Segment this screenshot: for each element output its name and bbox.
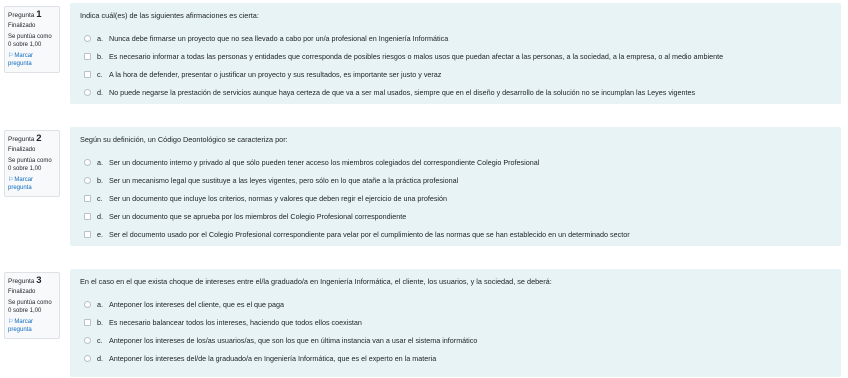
answer-letter: d. (97, 353, 103, 363)
answer-option-e[interactable]: e. Ser el documento usado por el Colegio … (80, 225, 831, 243)
question-text: Indica cuál(es) de las siguientes afirma… (80, 11, 259, 20)
question-info: Pregunta 1 Finalizado Se puntúa como 0 s… (4, 6, 60, 73)
question-text: Según su definición, un Código Deontológ… (80, 135, 288, 144)
answer-letter: e. (97, 229, 103, 239)
answer-text: Nunca debe firmarse un proyecto que no s… (109, 33, 449, 43)
question-state: Finalizado (8, 289, 36, 295)
question-info: Pregunta 2 Finalizado Se puntúa como 0 s… (4, 130, 60, 197)
answer-letter: a. (97, 299, 103, 309)
checkbox[interactable] (84, 52, 91, 60)
answer-text: Anteponer los intereses del cliente, que… (109, 299, 285, 309)
answer-letter: b. (97, 175, 103, 185)
question-number: Pregunta 2 (8, 133, 56, 144)
answer-text: Anteponer los intereses de los/as usuari… (109, 335, 478, 345)
flag-question-link[interactable]: ⚐Marcar pregunta (8, 318, 56, 334)
answer-option-a[interactable]: a. Nunca debe firmarse un proyecto que no… (80, 29, 831, 47)
answer-letter: c. (97, 193, 103, 203)
flag-icon: ⚐ (8, 53, 14, 59)
question-number-value: 3 (36, 275, 42, 286)
answer-text: Es necesario informar a todas las person… (109, 51, 724, 61)
radio-button[interactable] (84, 158, 91, 166)
answer-option-b[interactable]: b. Ser un mecanismo legal que sustituye a… (80, 171, 831, 189)
answer-option-d[interactable]: d. No puede negarse la prestación de serv… (80, 83, 831, 101)
radio-button[interactable] (84, 354, 91, 362)
question-grade: Se puntúa como 0 sobre 1,00 (8, 34, 52, 48)
question-text: En el caso en el que exista choque de in… (80, 277, 552, 286)
flag-question-link[interactable]: ⚐Marcar pregunta (8, 52, 56, 68)
checkbox[interactable] (84, 70, 91, 78)
answer-letter: c. (97, 335, 103, 345)
radio-button[interactable] (84, 336, 91, 344)
checkbox[interactable] (84, 318, 91, 326)
radio-button[interactable] (84, 300, 91, 308)
question-grade: Se puntúa como 0 sobre 1,00 (8, 300, 52, 314)
answer-option-c[interactable]: c. Ser un documento que incluye los crite… (80, 189, 831, 207)
question-number-value: 2 (36, 133, 42, 144)
question-content: En el caso en el que exista choque de in… (70, 269, 841, 377)
answer-text: Es necesario balancear todos los interes… (109, 317, 362, 327)
answer-text: A la hora de defender, presentar o justi… (109, 69, 442, 79)
flag-icon: ⚐ (8, 177, 14, 183)
answer-option-d[interactable]: d. Anteponer los intereses del/de la grad… (80, 349, 831, 367)
answer-letter: b. (97, 317, 103, 327)
question-state: Finalizado (8, 147, 36, 153)
question-label: Pregunta (8, 12, 37, 19)
question-number: Pregunta 1 (8, 9, 56, 20)
answer-text: Ser el documento usado por el Colegio Pr… (109, 229, 630, 239)
answer-letter: d. (97, 211, 103, 221)
question-label: Pregunta (8, 136, 37, 143)
question-content: Indica cuál(es) de las siguientes afirma… (70, 3, 841, 104)
answer-text: Ser un documento que incluye los criteri… (109, 193, 447, 203)
checkbox[interactable] (84, 212, 91, 220)
checkbox[interactable] (84, 230, 91, 238)
question-number: Pregunta 3 (8, 275, 56, 286)
radio-button[interactable] (84, 34, 91, 42)
question-info: Pregunta 3 Finalizado Se puntúa como 0 s… (4, 272, 60, 339)
answer-option-b[interactable]: b. Es necesario informar a todas las pers… (80, 47, 831, 65)
checkbox[interactable] (84, 194, 91, 202)
question-grade: Se puntúa como 0 sobre 1,00 (8, 158, 52, 172)
answer-text: Anteponer los intereses del/de la gradua… (109, 353, 437, 363)
radio-button[interactable] (84, 176, 91, 184)
answer-letter: c. (97, 69, 103, 79)
question-number-value: 1 (36, 9, 42, 20)
question-content: Según su definición, un Código Deontológ… (70, 127, 841, 246)
answer-option-a[interactable]: a. Anteponer los intereses del cliente, q… (80, 295, 831, 313)
answer-text: Ser un mecanismo legal que sustituye a l… (109, 175, 459, 185)
answer-letter: a. (97, 157, 103, 167)
answer-option-b[interactable]: b. Es necesario balancear todos los inter… (80, 313, 831, 331)
answer-text: Ser un documento interno y privado al qu… (109, 157, 540, 167)
question-state: Finalizado (8, 23, 36, 29)
answer-text: Ser un documento que se aprueba por los … (109, 211, 407, 221)
answer-option-a[interactable]: a. Ser un documento interno y privado al … (80, 153, 831, 171)
answer-text: No puede negarse la prestación de servic… (109, 87, 696, 97)
answer-letter: a. (97, 33, 103, 43)
radio-button[interactable] (84, 88, 91, 96)
question-label: Pregunta (8, 278, 37, 285)
answer-option-c[interactable]: c. Anteponer los intereses de los/as usua… (80, 331, 831, 349)
flag-question-link[interactable]: ⚐Marcar pregunta (8, 176, 56, 192)
answer-letter: b. (97, 51, 103, 61)
answer-letter: d. (97, 87, 103, 97)
answer-option-d[interactable]: d. Ser un documento que se aprueba por lo… (80, 207, 831, 225)
answer-option-c[interactable]: c. A la hora de defender, presentar o jus… (80, 65, 831, 83)
flag-icon: ⚐ (8, 319, 14, 325)
